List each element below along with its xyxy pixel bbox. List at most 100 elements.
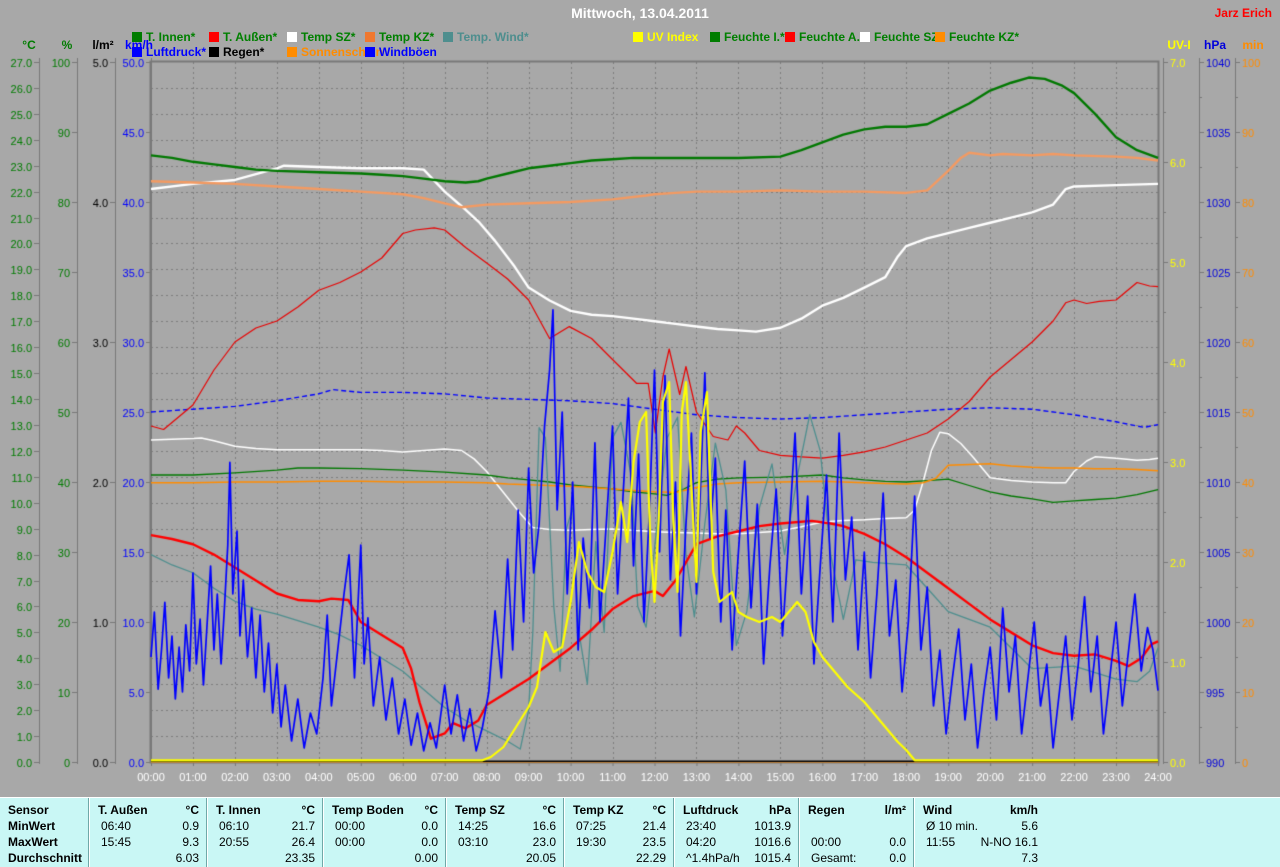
legend-item-feuchte-sz-: Feuchte SZ* — [860, 30, 943, 44]
table-cell-value: 0.9 — [182, 819, 199, 833]
table-row-header: MinWert — [8, 819, 56, 833]
table-cell-time: 14:25 — [458, 819, 489, 833]
table-section-temp-sz: Temp SZ °C 14:25 16.6 03:10 23.0 20.05 — [445, 798, 563, 867]
table-cell-time: 00:00 — [335, 835, 366, 849]
table-row-header: Sensor — [8, 803, 49, 817]
table-col-name: Temp SZ — [455, 803, 505, 817]
table-col-unit: l/m² — [884, 803, 906, 817]
table-row-header: MaxWert — [8, 835, 58, 849]
legend-swatch — [443, 32, 453, 42]
table-section-luftdruck: Luftdruck hPa 23:40 1013.9 04:20 1016.6 ^1.4hP… — [673, 798, 798, 867]
table-cell-value: 16.6 — [532, 819, 556, 833]
table-cell-time: 03:10 — [458, 835, 489, 849]
legend-swatch — [365, 47, 375, 57]
table-cell-time: 00:00 — [811, 835, 842, 849]
table-section-t-au-en: T. Außen °C 06:40 0.9 15:45 9.3 6.03 — [88, 798, 206, 867]
table-cell-time: 04:20 — [686, 835, 717, 849]
table-col-name: Luftdruck — [683, 803, 739, 817]
legend-swatch — [785, 32, 795, 42]
table-cell-time: 07:25 — [576, 819, 607, 833]
table-cell-value: N-NO 16.1 — [980, 835, 1038, 849]
table-col-unit: °C — [542, 803, 556, 817]
legend-label: UV Index — [647, 30, 699, 44]
table-cell-value: 0.0 — [421, 819, 438, 833]
legend-item-regen-: Regen* — [209, 45, 265, 59]
legend-label: Temp KZ* — [379, 30, 435, 44]
table-col-name: Temp Boden — [332, 803, 404, 817]
legend-item-windb-en: Windböen — [365, 45, 437, 59]
legend-label: Windböen — [379, 45, 437, 59]
table-cell-value: 1016.6 — [754, 835, 791, 849]
legend-swatch — [209, 32, 219, 42]
axis-unit-lm: l/m² — [92, 38, 114, 52]
legend-item-feuchte-kz-: Feuchte KZ* — [935, 30, 1020, 44]
legend-item-uv-index: UV Index — [633, 30, 699, 44]
table-col-unit: °C — [301, 803, 315, 817]
legend-label: Temp. Wind* — [457, 30, 529, 44]
legend-label: Feuchte KZ* — [949, 30, 1020, 44]
table-cell-value: 1015.4 — [754, 851, 791, 865]
table-cell-time: 00:00 — [335, 819, 366, 833]
table-cell-value: 23.35 — [284, 851, 315, 865]
table-col-unit: °C — [424, 803, 438, 817]
axis-unit-: % — [61, 38, 73, 52]
legend-item-temp-sz-: Temp SZ* — [287, 30, 356, 44]
legend-swatch — [209, 47, 219, 57]
legend-swatch — [935, 32, 945, 42]
legend-label: Temp SZ* — [301, 30, 356, 44]
legend-swatch — [860, 32, 870, 42]
table-col-name: Wind — [923, 803, 953, 817]
table-cell-value: 0.0 — [421, 835, 438, 849]
legend-swatch — [287, 32, 297, 42]
table-cell-value: 9.3 — [182, 835, 199, 849]
legend-item-temp-wind-: Temp. Wind* — [443, 30, 529, 44]
table-cell-time: 06:40 — [101, 819, 132, 833]
table-col-name: T. Innen — [216, 803, 261, 817]
table-cell-value: 1013.9 — [754, 819, 791, 833]
table-cell-time: 11:55 — [926, 835, 956, 849]
table-section-regen: Regen l/m² 00:00 0.0 Gesamt: 0.0 — [798, 798, 913, 867]
page-title: Mittwoch, 13.04.2011 — [571, 5, 709, 21]
table-cell-time: Ø 10 min. — [926, 819, 979, 833]
table-cell-value: 23.5 — [642, 835, 666, 849]
summary-table: Sensor MinWert MaxWert Durchschnitt T. Außen… — [0, 797, 1280, 867]
legend-label: Regen* — [223, 45, 265, 59]
table-col-name: T. Außen — [98, 803, 148, 817]
weather-station-window: Mittwoch, 13.04.2011 Jarz Erich T. Innen… — [0, 0, 1280, 867]
table-section-temp-kz: Temp KZ °C 07:25 21.4 19:30 23.5 22.29 — [563, 798, 673, 867]
table-cell-time: ^1.4hPa/h — [686, 851, 740, 865]
axis-unit-min: min — [1242, 38, 1264, 52]
table-cell-value: 0.0 — [889, 851, 906, 865]
table-col-unit: hPa — [768, 803, 791, 817]
axis-unit-hpa: hPa — [1203, 38, 1226, 52]
table-cell-time: 20:55 — [219, 835, 250, 849]
table-cell-value: 0.00 — [414, 851, 438, 865]
table-row-headers: Sensor MinWert MaxWert Durchschnitt — [0, 798, 88, 867]
table-col-unit: °C — [652, 803, 666, 817]
table-cell-time: 06:10 — [219, 819, 250, 833]
legend-label: Luftdruck* — [146, 45, 206, 59]
legend-swatch — [710, 32, 720, 42]
table-col-name: Temp KZ — [573, 803, 624, 817]
table-cell-value: 22.29 — [635, 851, 666, 865]
table-col-unit: km/h — [1009, 803, 1038, 817]
table-cell-value: 21.7 — [291, 819, 315, 833]
table-section-wind: Wind km/h Ø 10 min. 5.6 11:55 N-NO 16.1 7.3 — [913, 798, 1045, 867]
legend-item-t-au-en-: T. Außen* — [209, 30, 277, 44]
table-cell-time: Gesamt: — [811, 851, 857, 865]
legend-swatch — [365, 32, 375, 42]
table-cell-value: 5.6 — [1021, 819, 1038, 833]
weather-day-chart — [0, 0, 1280, 797]
legend-swatch — [633, 32, 643, 42]
table-cell-value: 0.0 — [889, 835, 906, 849]
legend-label: Feuchte A.* — [799, 30, 865, 44]
legend-item-feuchte-a-: Feuchte A.* — [785, 30, 865, 44]
table-cell-value: 6.03 — [175, 851, 199, 865]
axis-unit-kmh: km/h — [124, 38, 153, 52]
table-cell-value: 26.4 — [291, 835, 315, 849]
table-col-name: Regen — [808, 803, 845, 817]
table-cell-value: 23.0 — [532, 835, 556, 849]
legend-item-feuchte-i-: Feuchte I.* — [710, 30, 785, 44]
table-row-header: Durchschnitt — [8, 851, 83, 865]
table-cell-value: 20.05 — [525, 851, 556, 865]
